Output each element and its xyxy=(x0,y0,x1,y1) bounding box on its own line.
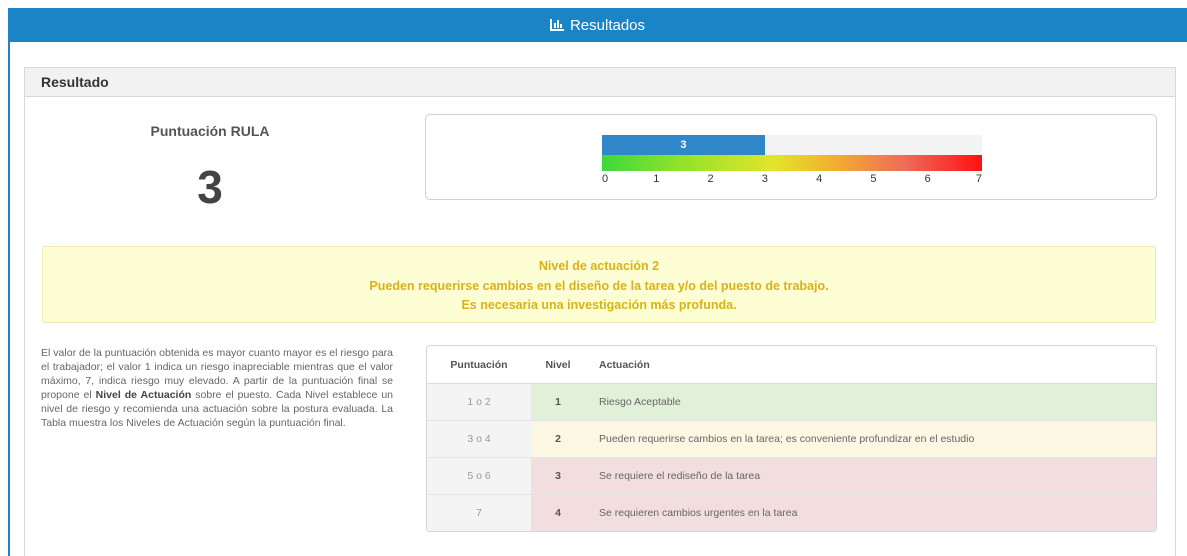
gauge-tick-label: 2 xyxy=(707,173,714,185)
gauge-tick-label: 1 xyxy=(653,173,660,185)
action-level-alert: Nivel de actuación 2 Pueden requerirse c… xyxy=(42,246,1156,323)
result-panel: Resultado Puntuación RULA 3 3 01234567 N… xyxy=(24,67,1176,556)
gauge-ticks: 0 1 2 3 4 5 6 7 xyxy=(602,173,982,187)
table-header-row: Puntuación Nivel Actuación xyxy=(427,346,1156,384)
cell-actuacion: Se requieren cambios urgentes en la tare… xyxy=(585,495,1156,531)
table-row: 1 o 2 1 Riesgo Aceptable xyxy=(427,384,1156,421)
left-border xyxy=(8,42,10,556)
score-value: 3 xyxy=(197,161,223,213)
cell-actuacion: Riesgo Aceptable xyxy=(585,384,1156,421)
bar-chart-icon xyxy=(549,19,564,31)
description-text: El valor de la puntuación obtenida es ma… xyxy=(41,347,393,429)
table-row: 5 o 6 3 Se requiere el rediseño de la ta… xyxy=(427,458,1156,495)
cell-puntuacion: 3 o 4 xyxy=(427,421,531,458)
col-header-actuacion: Actuación xyxy=(585,346,1156,384)
cell-nivel: 3 xyxy=(531,458,585,495)
cell-puntuacion: 5 o 6 xyxy=(427,458,531,495)
description-bold: Nivel de Actuación xyxy=(95,389,192,401)
col-header-nivel: Nivel xyxy=(531,346,585,384)
cell-nivel: 1 xyxy=(531,384,585,421)
gauge-tick-label: 6 xyxy=(924,173,931,185)
table-row: 7 4 Se requieren cambios urgentes en la … xyxy=(427,495,1156,531)
gauge-tick-label: 0 xyxy=(602,173,609,185)
gauge-tick-label: 5 xyxy=(870,173,877,185)
action-levels-table: Puntuación Nivel Actuación 1 o 2 1 Riesg… xyxy=(426,345,1157,532)
cell-actuacion: Se requiere el rediseño de la tarea xyxy=(585,458,1156,495)
results-title: Resultados xyxy=(569,16,646,34)
cell-puntuacion: 1 o 2 xyxy=(427,384,531,421)
gauge-gradient-scale xyxy=(602,155,982,171)
gauge-track: 3 xyxy=(602,135,982,155)
alert-message: Pueden requerirse cambios en el diseño d… xyxy=(369,278,829,293)
alert-recommendation: Es necesaria una investigación más profu… xyxy=(461,298,737,312)
score-label: Puntuación RULA xyxy=(150,123,270,139)
gauge-tick-label: 3 xyxy=(761,173,768,185)
gauge-tick-label: 4 xyxy=(816,173,823,185)
table-row: 3 o 4 2 Pueden requerirse cambios en la … xyxy=(427,421,1156,458)
cell-puntuacion: 7 xyxy=(427,495,531,531)
cell-actuacion: Pueden requerirse cambios en la tarea; e… xyxy=(585,421,1156,458)
col-header-puntuacion: Puntuación xyxy=(427,346,531,384)
cell-nivel: 4 xyxy=(531,495,585,531)
gauge-fill: 3 xyxy=(602,135,765,155)
alert-level: Nivel de actuación 2 xyxy=(538,259,660,273)
results-header: Resultados xyxy=(8,8,1187,42)
score-gauge: 3 0 1 2 3 4 5 6 7 xyxy=(425,114,1157,200)
gauge-tick-label: 7 xyxy=(975,173,982,185)
panel-title: Resultado xyxy=(25,68,1175,97)
cell-nivel: 2 xyxy=(531,421,585,458)
